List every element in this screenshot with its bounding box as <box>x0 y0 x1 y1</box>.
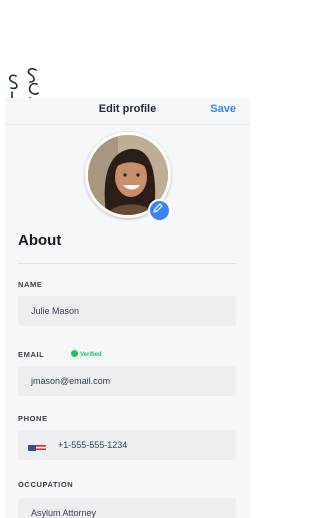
verified-label: Verified <box>80 352 102 359</box>
section-title: About <box>18 232 62 249</box>
phone-field[interactable]: +1-555-555-1234 <box>18 430 236 460</box>
edit-profile-screen: Edit profile Save About NAME Julie Mason… <box>5 98 250 518</box>
occupation-value: Asylum Attorney <box>31 508 97 518</box>
edit-avatar-button[interactable] <box>148 199 171 222</box>
header-bar: Edit profile Save <box>5 98 250 125</box>
phone-value: +1-555-555-1234 <box>58 440 128 450</box>
verified-badge: Verified <box>71 350 102 359</box>
occupation-field[interactable]: Asylum Attorney <box>18 498 236 518</box>
divider <box>18 263 236 264</box>
avatar-container <box>85 132 171 222</box>
email-label: EMAIL <box>18 350 45 359</box>
name-label: NAME <box>18 280 43 289</box>
email-field[interactable]: jmason@email.com <box>18 366 236 396</box>
name-field[interactable]: Julie Mason <box>18 296 236 326</box>
pencil-icon <box>153 203 163 213</box>
save-button[interactable]: Save <box>210 103 236 115</box>
email-value: jmason@email.com <box>31 376 111 386</box>
us-flag-icon[interactable] <box>28 439 46 451</box>
name-value: Julie Mason <box>31 306 80 316</box>
check-icon <box>71 350 78 357</box>
phone-label: PHONE <box>18 414 48 423</box>
occupation-label: OCCUPATION <box>18 480 74 489</box>
